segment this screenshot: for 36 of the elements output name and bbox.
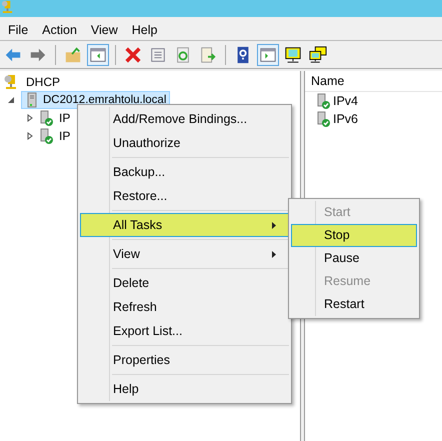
- monitors-button[interactable]: [307, 44, 329, 66]
- menu-item[interactable]: View: [80, 242, 289, 266]
- menu-item[interactable]: Help: [80, 377, 289, 401]
- menu-item[interactable]: Pause: [291, 247, 417, 270]
- expander-icon[interactable]: [7, 96, 15, 104]
- dhcp-icon: [3, 74, 19, 90]
- tree-item[interactable]: DHCP: [23, 73, 64, 91]
- column-header[interactable]: Name: [305, 71, 442, 92]
- menu-item[interactable]: Properties: [80, 348, 289, 372]
- menu-item[interactable]: Stop: [291, 224, 417, 247]
- menu-item[interactable]: Restart: [291, 293, 417, 316]
- tree-button[interactable]: [87, 44, 109, 66]
- menu-item[interactable]: Restore...: [80, 184, 289, 208]
- dhcp-app-icon: [1, 0, 14, 13]
- menu-item[interactable]: Delete: [80, 271, 289, 295]
- tree-item[interactable]: IP: [56, 109, 74, 127]
- expander-icon[interactable]: [26, 132, 34, 140]
- action-button[interactable]: [257, 44, 279, 66]
- server-check-icon: [315, 93, 331, 109]
- list-item[interactable]: IPv4: [333, 94, 358, 108]
- server-check-icon: [38, 110, 54, 126]
- menu-item[interactable]: File: [2, 20, 36, 36]
- server-check-icon: [38, 128, 54, 144]
- menu-item[interactable]: Export List...: [80, 319, 289, 343]
- menu-item[interactable]: Help: [126, 20, 166, 36]
- expander-icon[interactable]: [26, 114, 34, 122]
- menu-item[interactable]: Refresh: [80, 295, 289, 319]
- menu-item[interactable]: Backup...: [80, 160, 289, 184]
- server-check-icon: [315, 111, 331, 127]
- menu-item[interactable]: View: [84, 20, 126, 36]
- menu-item[interactable]: Unauthorize: [80, 131, 289, 155]
- menu-item[interactable]: Add/Remove Bindings...: [80, 107, 289, 131]
- tree-item[interactable]: IP: [56, 127, 74, 145]
- menu-item[interactable]: All Tasks: [80, 213, 289, 237]
- menu-item[interactable]: Action: [36, 20, 85, 36]
- list-item[interactable]: IPv6: [333, 112, 358, 126]
